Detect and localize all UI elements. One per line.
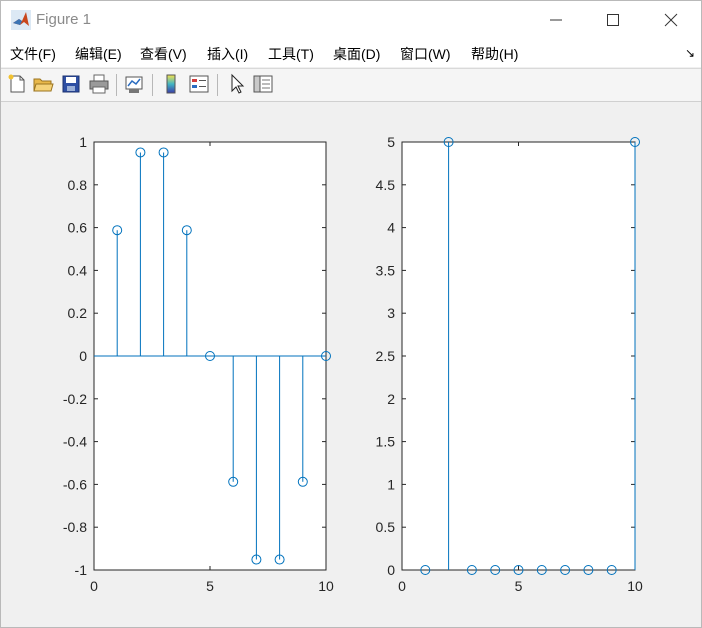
y-tick-label: 0.2 — [68, 305, 88, 321]
y-tick-label: -0.2 — [63, 391, 87, 407]
save-icon[interactable] — [60, 73, 82, 95]
y-tick-label: 1.5 — [376, 434, 396, 450]
y-tick-label: -0.6 — [63, 476, 87, 492]
menu-help[interactable]: 帮助(H) — [471, 44, 518, 64]
axes-box — [401, 141, 636, 571]
x-tick-label: 10 — [318, 578, 334, 594]
y-tick-label: 3.5 — [376, 262, 396, 278]
y-tick-label: 5 — [387, 134, 395, 150]
y-tick-label: 1 — [79, 134, 87, 150]
menu-view[interactable]: 查看(V) — [140, 44, 187, 64]
menu-file[interactable]: 文件(F) — [10, 44, 56, 64]
property-inspector-icon[interactable] — [252, 73, 274, 95]
menu-tools[interactable]: 工具(T) — [268, 44, 314, 64]
axes-2: 0 0.5 1 1.5 2 2.5 3 3.5 4 4.5 5 0 5 10 — [376, 134, 643, 594]
x-tick-label: 5 — [515, 578, 523, 594]
y-tick-label: 4.5 — [376, 177, 396, 193]
x-tick-label: 0 — [90, 578, 98, 594]
link-plot-icon[interactable] — [123, 73, 145, 95]
y-tick-label: 0.4 — [68, 262, 88, 278]
y-tick-label: 0 — [79, 348, 87, 364]
legend-icon[interactable] — [188, 73, 210, 95]
y-tick-label: 0.5 — [376, 519, 396, 535]
menu-desktop[interactable]: 桌面(D) — [333, 44, 380, 64]
edit-plot-cursor-icon[interactable] — [226, 73, 248, 95]
dock-arrow-icon[interactable]: ↘ — [685, 46, 695, 60]
minimize-icon — [550, 19, 562, 21]
y-tick-label: 2.5 — [376, 348, 396, 364]
figure-toolbar — [1, 68, 701, 102]
y-tick-label: 4 — [387, 220, 395, 236]
menu-window[interactable]: 窗口(W) — [400, 44, 451, 64]
y-tick-label: -1 — [75, 562, 88, 578]
figure-canvas: -1-0.8-0.6-0.4-0.200.20.40.60.810 5 1000.5… — [63, 134, 643, 594]
y-tick-label: 0.8 — [68, 177, 88, 193]
toolbar-separator — [217, 74, 218, 96]
minimize-button[interactable] — [533, 1, 579, 39]
window-title: Figure 1 — [36, 11, 92, 28]
x-tick-label: 5 — [206, 578, 214, 594]
y-tick-label: 1 — [387, 476, 395, 492]
menu-bar: 文件(F) 编辑(E) 查看(V) 插入(I) 工具(T) 桌面(D) 窗口(W… — [1, 39, 701, 67]
y-tick-label: 0 — [387, 562, 395, 578]
y-tick-label: -0.8 — [63, 519, 87, 535]
x-tick-label: 10 — [627, 578, 643, 594]
close-button[interactable] — [648, 1, 694, 39]
y-tick-label: 2 — [387, 391, 395, 407]
matlab-logo-icon — [11, 10, 31, 30]
print-icon[interactable] — [88, 73, 110, 95]
title-bar[interactable]: Figure 1 — [1, 1, 701, 39]
axes-1: -1-0.8-0.6-0.4-0.200.20.40.60.810 5 10 — [63, 134, 334, 594]
figure-window: Figure 1 文件(F) 编辑(E) 查看(V) 插入(I) 工具(T) 桌… — [0, 0, 702, 628]
y-tick-label: -0.4 — [63, 434, 87, 450]
close-icon — [664, 13, 678, 27]
open-folder-icon[interactable] — [32, 73, 54, 95]
new-figure-icon[interactable] — [6, 73, 28, 95]
toolbar-separator — [116, 74, 117, 96]
x-tick-label: 0 — [398, 578, 406, 594]
menu-insert[interactable]: 插入(I) — [207, 44, 248, 64]
y-tick-label: 0.6 — [68, 220, 88, 236]
y-tick-label: 3 — [387, 305, 395, 321]
maximize-icon — [607, 14, 619, 26]
colorbar-icon[interactable] — [160, 73, 182, 95]
maximize-button[interactable] — [590, 1, 636, 39]
toolbar-separator — [152, 74, 153, 96]
menu-edit[interactable]: 编辑(E) — [75, 44, 122, 64]
